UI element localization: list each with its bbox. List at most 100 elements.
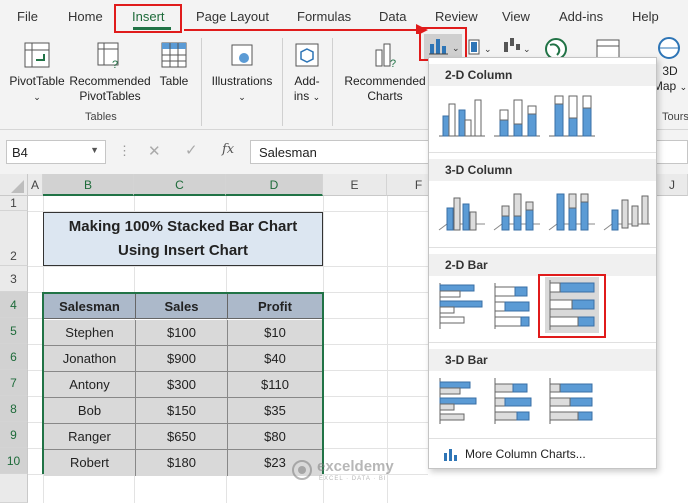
table-cell[interactable]: Bob [44, 398, 136, 424]
row-header-1[interactable]: 1 [0, 196, 28, 211]
table-cell[interactable]: $10 [228, 320, 322, 346]
insert-column-bar-chart-menu: 2-D Column 3-D Column 2-D Bar 3-D Bar Mo… [428, 57, 657, 469]
menu-divider [429, 247, 656, 248]
insert-function-icon[interactable]: fx [222, 142, 234, 157]
watermark-name: exceldemy [317, 458, 394, 475]
column-header-b[interactable]: B [43, 174, 134, 196]
select-all-corner[interactable] [0, 174, 28, 196]
table-cell[interactable]: $180 [136, 450, 228, 476]
3d-stacked-column-icon[interactable] [492, 186, 542, 236]
column-header-a[interactable]: A [28, 174, 43, 196]
stacked-column-icon[interactable] [492, 90, 542, 140]
table-cell[interactable]: Stephen [44, 320, 136, 346]
column-header-c[interactable]: C [134, 174, 226, 196]
tab-help[interactable]: Help [632, 9, 659, 24]
100-stacked-column-icon[interactable] [547, 90, 597, 140]
3d-column-icon[interactable] [602, 186, 652, 236]
pivottable-button[interactable]: PivotTable ⌄ [8, 40, 66, 105]
cancel-icon[interactable]: ✕ [148, 142, 161, 160]
3d-100-stacked-column-icon[interactable] [547, 186, 597, 236]
sheet-title[interactable]: Making 100% Stacked Bar Chart Using Inse… [43, 212, 323, 266]
table-cell[interactable]: $650 [136, 424, 228, 450]
tables-group-label: Tables [85, 111, 117, 123]
gridline [28, 266, 428, 267]
header-sales[interactable]: Sales [136, 294, 228, 319]
watermark: exceldemy EXCEL · DATA · BI [291, 458, 441, 487]
recommended-pivottables-icon: ? [97, 42, 119, 70]
select-all-icon [11, 180, 24, 193]
header-profit[interactable]: Profit [228, 294, 322, 319]
clustered-column-icon[interactable] [437, 90, 487, 140]
enter-check-icon[interactable]: ✓ [185, 141, 198, 159]
table-cell[interactable]: $100 [136, 320, 228, 346]
pivottable-icon [24, 42, 50, 68]
3d-100-stacked-bar-icon[interactable] [547, 376, 597, 426]
table-cell[interactable]: $300 [136, 372, 228, 398]
more-column-charts-link[interactable]: More Column Charts... [443, 444, 643, 464]
3d-clustered-column-icon[interactable] [437, 186, 487, 236]
addins-button[interactable]: Add-ins ⌄ [288, 40, 326, 105]
stacked-bar-icon[interactable] [492, 281, 542, 331]
row-header-10[interactable]: 10 [0, 448, 28, 474]
row-header-6[interactable]: 6 [0, 344, 28, 370]
column-header-j[interactable]: J [657, 174, 688, 196]
exceldemy-logo-icon [292, 460, 312, 480]
gridline [387, 196, 388, 503]
column-header-d[interactable]: D [226, 174, 323, 196]
name-box[interactable]: B4 ▼ [6, 140, 106, 164]
row-header-9[interactable]: 9 [0, 422, 28, 448]
table-cell[interactable]: $80 [228, 424, 322, 450]
hierarchy-chart-icon[interactable]: ⌄ [466, 36, 498, 58]
table-cell[interactable]: $35 [228, 398, 322, 424]
table-icon [161, 42, 187, 68]
row-header-2[interactable]: 2 [0, 211, 28, 266]
table-cell[interactable]: $150 [136, 398, 228, 424]
menu-divider [429, 342, 656, 343]
tab-home[interactable]: Home [68, 9, 103, 24]
column-header-e[interactable]: E [323, 174, 387, 196]
row-header-3[interactable]: 3 [0, 266, 28, 292]
chart-button-highlight [419, 27, 467, 61]
menu-divider [429, 152, 656, 153]
chevron-down-icon[interactable]: ▼ [90, 145, 99, 155]
table-cell[interactable]: $900 [136, 346, 228, 372]
tours-group-label: Tours [662, 111, 688, 123]
illustrations-button[interactable]: Illustrations ⌄ [208, 40, 276, 105]
svg-text:?: ? [390, 58, 396, 70]
table-cell[interactable]: Jonathon [44, 346, 136, 372]
tab-addins[interactable]: Add-ins [559, 9, 603, 24]
table-cell[interactable]: Antony [44, 372, 136, 398]
3d-clustered-bar-icon[interactable] [437, 376, 487, 426]
ribbon-separator [332, 38, 333, 126]
recommended-charts-button[interactable]: ? Recommended Charts [340, 40, 430, 104]
table-button[interactable]: Table [154, 40, 194, 89]
svg-text:?: ? [112, 59, 118, 70]
waterfall-chart-icon[interactable]: ⌄ [500, 36, 534, 58]
table-cell[interactable]: $40 [228, 346, 322, 372]
tab-view[interactable]: View [502, 9, 530, 24]
row-header-5[interactable]: 5 [0, 318, 28, 344]
100-stacked-bar-highlight [538, 274, 606, 338]
section-2d-bar: 2-D Bar [429, 254, 656, 276]
tab-file[interactable]: File [17, 9, 38, 24]
clustered-bar-icon[interactable] [437, 281, 487, 331]
tab-review[interactable]: Review [435, 9, 478, 24]
recommended-pivottables-button[interactable]: ? Recommended PivotTables [68, 40, 152, 104]
row-header-7[interactable]: 7 [0, 370, 28, 396]
row-header-8[interactable]: 8 [0, 396, 28, 422]
header-salesman[interactable]: Salesman [44, 294, 136, 319]
section-3d-bar: 3-D Bar [429, 349, 656, 371]
table-cell[interactable]: Ranger [44, 424, 136, 450]
svg-text:⌄: ⌄ [523, 44, 531, 54]
table-cell[interactable]: Robert [44, 450, 136, 476]
row-header-11[interactable] [0, 474, 28, 503]
data-table: Salesman Sales Profit Stephen $100 $10 Jona… [42, 292, 324, 476]
row-header-4[interactable]: 4 [0, 292, 28, 318]
3d-stacked-bar-icon[interactable] [492, 376, 542, 426]
recommended-charts-icon: ? [375, 43, 396, 70]
menu-divider [429, 438, 656, 439]
addins-icon [295, 43, 319, 67]
table-cell[interactable]: $110 [228, 372, 322, 398]
3d-map-button[interactable]: 3D Map ⌄ [652, 36, 688, 95]
section-3d-column: 3-D Column [429, 159, 656, 181]
